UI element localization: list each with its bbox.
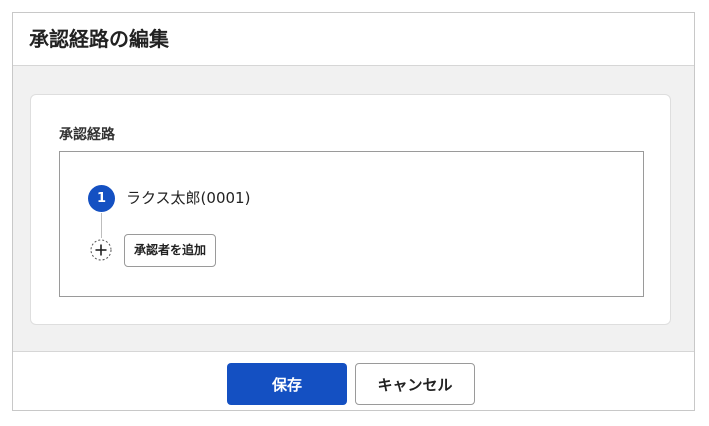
add-approver-button[interactable]: 承認者を追加 <box>124 234 217 267</box>
approver-name: ラクス太郎(0001) <box>126 189 251 207</box>
save-button[interactable]: 保存 <box>227 363 347 405</box>
cancel-button[interactable]: キャンセル <box>355 363 475 405</box>
plus-circle-icon[interactable] <box>90 239 112 261</box>
approval-route-box: 1 ラクス太郎(0001) 承認者を追加 <box>59 151 644 297</box>
dialog-footer: 保存 キャンセル <box>13 351 694 410</box>
edit-approval-route-dialog: 承認経路の編集 承認経路 1 ラクス太郎(0001) 承認者を追加 保存 キャン… <box>12 12 695 411</box>
approval-route-card: 承認経路 1 ラクス太郎(0001) 承認者を追加 <box>30 94 671 325</box>
step-connector-line <box>101 213 102 238</box>
approval-route-label: 承認経路 <box>59 127 115 143</box>
step-number-badge: 1 <box>88 185 115 212</box>
dialog-header: 承認経路の編集 <box>13 13 694 66</box>
dialog-title: 承認経路の編集 <box>29 27 169 51</box>
